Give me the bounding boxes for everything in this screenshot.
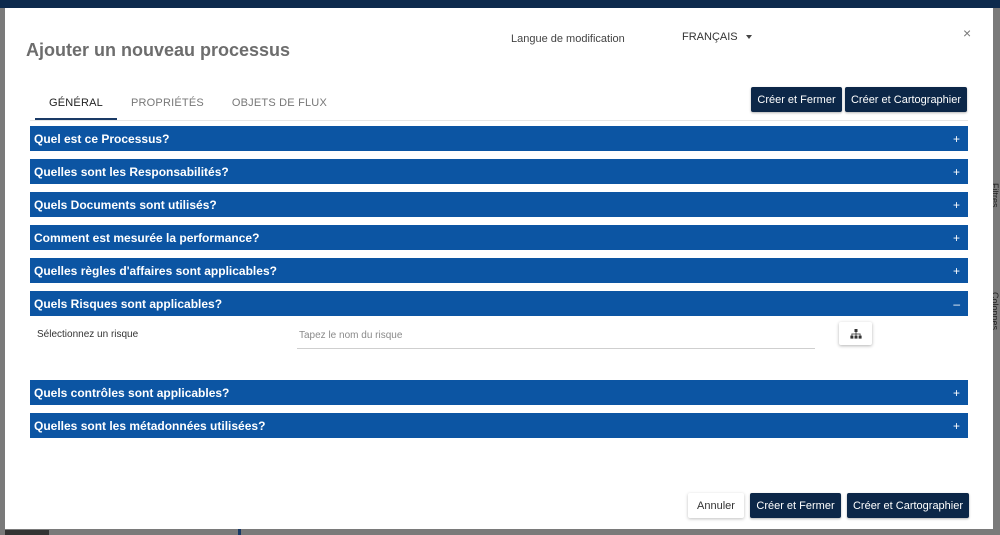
section-documents[interactable]: Quels Documents sont utilisés? + xyxy=(30,192,968,217)
side-tab-filters[interactable]: Filtres xyxy=(990,183,1000,208)
language-label: Langue de modification xyxy=(511,33,625,45)
section-label: Comment est mesurée la performance? xyxy=(34,230,260,245)
section-performance[interactable]: Comment est mesurée la performance? + xyxy=(30,225,968,250)
section-label: Quels Risques sont applicables? xyxy=(34,296,223,311)
section-business-rules[interactable]: Quelles règles d'affaires sont applicabl… xyxy=(30,258,968,283)
section-label: Quelles sont les Responsabilités? xyxy=(34,164,229,179)
modal-title: Ajouter un nouveau processus xyxy=(26,40,291,60)
background-top-bar xyxy=(0,0,1000,8)
language-dropdown[interactable]: FRANÇAIS xyxy=(682,31,752,43)
add-process-modal: Ajouter un nouveau processus × Langue de… xyxy=(5,8,993,529)
cancel-button[interactable]: Annuler xyxy=(688,493,744,518)
section-label: Quelles sont les métadonnées utilisées? xyxy=(34,418,266,433)
expand-icon: + xyxy=(952,131,960,146)
section-label: Quelles règles d'affaires sont applicabl… xyxy=(34,263,277,278)
tabs-divider xyxy=(30,120,968,121)
section-label: Quels Documents sont utilisés? xyxy=(34,197,217,212)
risk-hierarchy-button[interactable] xyxy=(839,322,872,345)
create-map-button[interactable]: Créer et Cartographier xyxy=(847,493,969,518)
background-bottom-bar xyxy=(5,530,49,535)
create-map-button-top[interactable]: Créer et Cartographier xyxy=(845,87,967,112)
create-close-button[interactable]: Créer et Fermer xyxy=(750,493,841,518)
section-what-process[interactable]: Quel est ce Processus? + xyxy=(30,126,968,151)
tab-general[interactable]: GÉNÉRAL xyxy=(35,90,117,120)
section-metadata[interactable]: Quelles sont les métadonnées utilisées? … xyxy=(30,413,968,438)
side-tab-columns[interactable]: Colonnes xyxy=(990,292,1000,330)
expand-icon: + xyxy=(952,230,960,245)
section-risks[interactable]: Quels Risques sont applicables? – xyxy=(30,291,968,316)
tab-properties[interactable]: PROPRIÉTÉS xyxy=(117,90,218,120)
expand-icon: + xyxy=(952,164,960,179)
collapse-icon: – xyxy=(953,296,960,311)
language-value: FRANÇAIS xyxy=(682,31,738,43)
section-responsibilities[interactable]: Quelles sont les Responsabilités? + xyxy=(30,159,968,184)
create-close-button-top[interactable]: Créer et Fermer xyxy=(751,87,842,112)
expand-icon: + xyxy=(952,197,960,212)
tab-bar: GÉNÉRAL PROPRIÉTÉS OBJETS DE FLUX xyxy=(35,90,341,120)
hierarchy-icon xyxy=(849,328,862,339)
section-label: Quel est ce Processus? xyxy=(34,131,170,146)
risk-search-input[interactable] xyxy=(297,323,815,349)
caret-down-icon xyxy=(745,35,752,39)
risk-select-label: Sélectionnez un risque xyxy=(37,329,139,340)
section-controls[interactable]: Quels contrôles sont applicables? + xyxy=(30,380,968,405)
expand-icon: + xyxy=(952,385,960,400)
section-label: Quels contrôles sont applicables? xyxy=(34,385,230,400)
expand-icon: + xyxy=(952,418,960,433)
tab-flow-objects[interactable]: OBJETS DE FLUX xyxy=(218,90,341,120)
close-icon[interactable]: × xyxy=(963,25,971,41)
expand-icon: + xyxy=(952,263,960,278)
background-bottom-line xyxy=(238,529,241,535)
